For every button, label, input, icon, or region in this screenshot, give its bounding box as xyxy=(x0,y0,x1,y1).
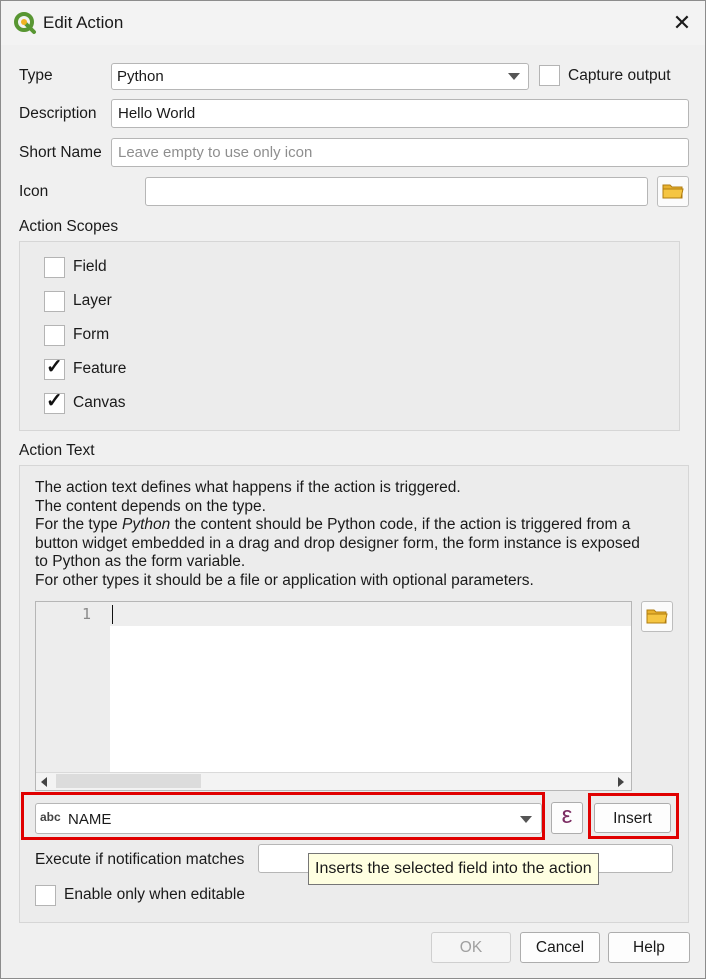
chevron-down-icon xyxy=(508,73,520,80)
description-value: Hello World xyxy=(118,105,196,122)
enable-only-editable-checkbox[interactable] xyxy=(35,885,56,906)
notification-label: Execute if notification matches xyxy=(35,851,245,868)
folder-icon xyxy=(646,609,668,624)
action-text-label: Action Text xyxy=(19,442,95,459)
tooltip-text: Inserts the selected field into the acti… xyxy=(315,860,592,877)
field-value: NAME xyxy=(68,811,112,828)
short-name-label: Short Name xyxy=(19,144,102,161)
close-button[interactable]: ✕ xyxy=(667,9,697,37)
ok-label: OK xyxy=(459,939,483,956)
scroll-right-icon[interactable] xyxy=(618,777,624,787)
cancel-label: Cancel xyxy=(535,939,585,956)
qgis-logo-icon xyxy=(14,12,36,34)
help-label: Help xyxy=(633,939,665,956)
insert-label: Insert xyxy=(613,810,652,827)
expression-builder-button[interactable]: ε xyxy=(551,802,583,834)
line-number: 1 xyxy=(82,605,92,623)
action-scopes-label: Action Scopes xyxy=(19,218,119,235)
folder-icon xyxy=(662,184,684,199)
field-combobox[interactable]: abc NAME xyxy=(35,803,542,834)
text-cursor xyxy=(112,605,113,624)
line-prefix: For the type xyxy=(35,516,123,534)
description-line: The action text defines what happens if … xyxy=(35,479,461,496)
description-input[interactable]: Hello World xyxy=(111,99,689,128)
line-emphasis: Python xyxy=(122,516,171,534)
string-field-icon: abc xyxy=(40,810,61,824)
checkmark-icon: ✓ xyxy=(46,390,63,412)
checkmark-icon: ✓ xyxy=(46,356,63,378)
scope-feature-label: Feature xyxy=(73,360,127,377)
insert-button[interactable]: Insert xyxy=(594,803,671,833)
scrollbar-thumb[interactable] xyxy=(56,774,201,788)
chevron-down-icon xyxy=(520,816,532,823)
action-code-editor[interactable]: 1 xyxy=(35,601,632,791)
insert-tooltip: Inserts the selected field into the acti… xyxy=(308,853,599,885)
description-line: button widget embedded in a drag and dro… xyxy=(35,534,640,552)
current-line-highlight xyxy=(110,602,631,626)
scope-feature-checkbox[interactable]: ✓ xyxy=(44,356,65,380)
short-name-placeholder: Leave empty to use only icon xyxy=(118,144,313,161)
line-number-gutter: 1 xyxy=(36,602,110,772)
icon-path-input[interactable] xyxy=(145,177,648,206)
scope-canvas-checkbox[interactable]: ✓ xyxy=(44,390,65,414)
edit-action-dialog: Edit Action ✕ Type Python Capture output… xyxy=(0,0,706,979)
scope-canvas-label: Canvas xyxy=(73,394,126,411)
scope-field-label: Field xyxy=(73,258,107,275)
scope-field-checkbox[interactable] xyxy=(44,257,65,278)
scope-layer-checkbox[interactable] xyxy=(44,291,65,312)
capture-output-label: Capture output xyxy=(568,67,671,84)
scope-layer-label: Layer xyxy=(73,292,112,309)
cancel-button[interactable]: Cancel xyxy=(520,932,600,963)
ok-button[interactable]: OK xyxy=(431,932,511,963)
close-icon: ✕ xyxy=(672,10,692,35)
enable-only-editable-label: Enable only when editable xyxy=(64,886,245,903)
line-suffix: the content should be Python code, if th… xyxy=(170,516,631,534)
icon-browse-button[interactable] xyxy=(657,176,689,207)
description-line: For other types it should be a file or a… xyxy=(35,571,534,589)
window-title: Edit Action xyxy=(43,13,124,32)
icon-label: Icon xyxy=(19,183,49,200)
horizontal-scrollbar[interactable] xyxy=(36,772,631,790)
title-bar: Edit Action ✕ xyxy=(1,1,705,45)
description-line: The content depends on the type. xyxy=(35,497,266,515)
scope-form-label: Form xyxy=(73,326,110,343)
type-label: Type xyxy=(19,67,53,84)
help-button[interactable]: Help xyxy=(608,932,690,963)
description-label: Description xyxy=(19,105,97,122)
type-value: Python xyxy=(117,68,164,85)
type-combobox[interactable]: Python xyxy=(111,63,529,90)
capture-output-checkbox[interactable] xyxy=(539,65,560,86)
description-line: to Python as the form variable. xyxy=(35,553,246,571)
expression-icon: ε xyxy=(561,802,573,829)
description-line: For the type Python the content should b… xyxy=(35,516,675,535)
scroll-left-icon[interactable] xyxy=(41,777,47,787)
scope-form-checkbox[interactable] xyxy=(44,325,65,346)
short-name-input[interactable]: Leave empty to use only icon xyxy=(111,138,689,167)
action-file-browse-button[interactable] xyxy=(641,601,673,632)
action-text-description: The action text defines what happens if … xyxy=(35,479,675,591)
